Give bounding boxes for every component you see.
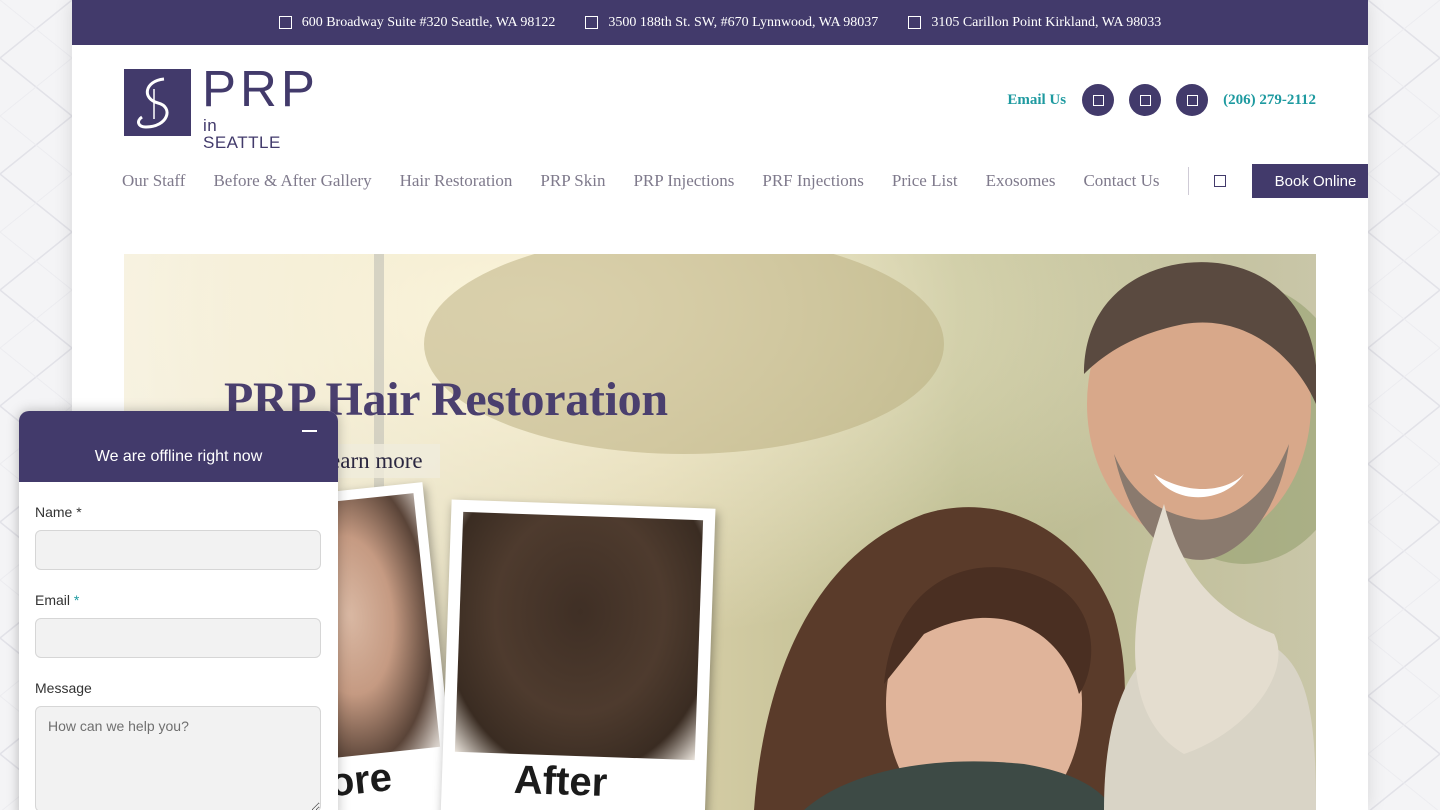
map-pin-icon (908, 16, 922, 29)
site-logo[interactable]: PRP in SEATTLE (124, 63, 315, 151)
map-pin-icon (278, 16, 292, 29)
phone-link[interactable]: (206) 279-2112 (1223, 92, 1316, 109)
nav-item-exosomes[interactable]: Exosomes (986, 171, 1056, 191)
message-label: Message (35, 680, 92, 696)
location-text: 3105 Carillon Point Kirkland, WA 98033 (931, 14, 1162, 30)
location-link[interactable]: 600 Broadway Suite #320 Seattle, WA 9812… (278, 14, 556, 31)
nav-item-prf-injections[interactable]: PRF Injections (762, 171, 864, 191)
minimize-icon[interactable] (302, 430, 317, 432)
search-icon (1214, 175, 1227, 187)
after-label: After (513, 757, 608, 806)
facebook-icon (1092, 94, 1104, 106)
nav-item-hair-restoration[interactable]: Hair Restoration (400, 171, 513, 191)
name-label-text: Name (35, 504, 73, 520)
chat-form: Name * Email * Message (19, 482, 338, 810)
nav-item-contact-us[interactable]: Contact Us (1083, 171, 1159, 191)
after-photo (454, 511, 704, 761)
name-label: Name * (35, 504, 322, 520)
instagram-button[interactable] (1129, 84, 1162, 116)
book-online-button[interactable]: Book Online (1252, 164, 1368, 198)
nav-item-before-after-gallery[interactable]: Before & After Gallery (213, 171, 371, 191)
chat-status-title: We are offline right now (94, 448, 263, 465)
nav-item-our-staff[interactable]: Our Staff (122, 171, 185, 191)
email-label-text: Email (35, 592, 71, 608)
logo-text: PRP (202, 60, 319, 117)
email-label: Email * (35, 592, 322, 608)
map-pin-icon (585, 16, 599, 29)
chat-widget: We are offline right now Name * Email * … (19, 411, 338, 810)
logo-subtext: in SEATTLE (203, 116, 281, 152)
main-nav: Our Staff Before & After Gallery Hair Re… (122, 164, 1368, 198)
required-mark: * (73, 592, 80, 608)
email-us-link[interactable]: Email Us (1007, 92, 1066, 109)
chat-header: We are offline right now (19, 411, 338, 482)
location-bar: 600 Broadway Suite #320 Seattle, WA 9812… (72, 0, 1368, 45)
facebook-button[interactable] (1082, 84, 1115, 116)
name-field[interactable] (35, 530, 321, 570)
nav-item-prp-skin[interactable]: PRP Skin (540, 171, 605, 191)
nav-divider (1188, 167, 1190, 195)
youtube-button[interactable] (1176, 84, 1209, 116)
nav-item-price-list[interactable]: Price List (892, 171, 958, 191)
instagram-icon (1139, 94, 1151, 106)
location-link[interactable]: 3105 Carillon Point Kirkland, WA 98033 (908, 15, 1161, 31)
after-photo-card: After (440, 499, 716, 810)
location-text: 600 Broadway Suite #320 Seattle, WA 9812… (301, 14, 556, 30)
location-link[interactable]: 3500 188th St. SW, #670 Lynnwood, WA 980… (585, 15, 878, 31)
search-button[interactable] (1214, 175, 1227, 187)
location-text: 3500 188th St. SW, #670 Lynnwood, WA 980… (608, 14, 879, 30)
required-mark: * (76, 504, 82, 520)
youtube-icon (1186, 94, 1198, 106)
email-field[interactable] (35, 618, 321, 658)
message-field[interactable] (35, 706, 321, 810)
header-contact: Email Us (206) 279-2112 (1007, 84, 1316, 116)
nav-item-prp-injections[interactable]: PRP Injections (633, 171, 734, 191)
logo-mark (124, 69, 191, 136)
